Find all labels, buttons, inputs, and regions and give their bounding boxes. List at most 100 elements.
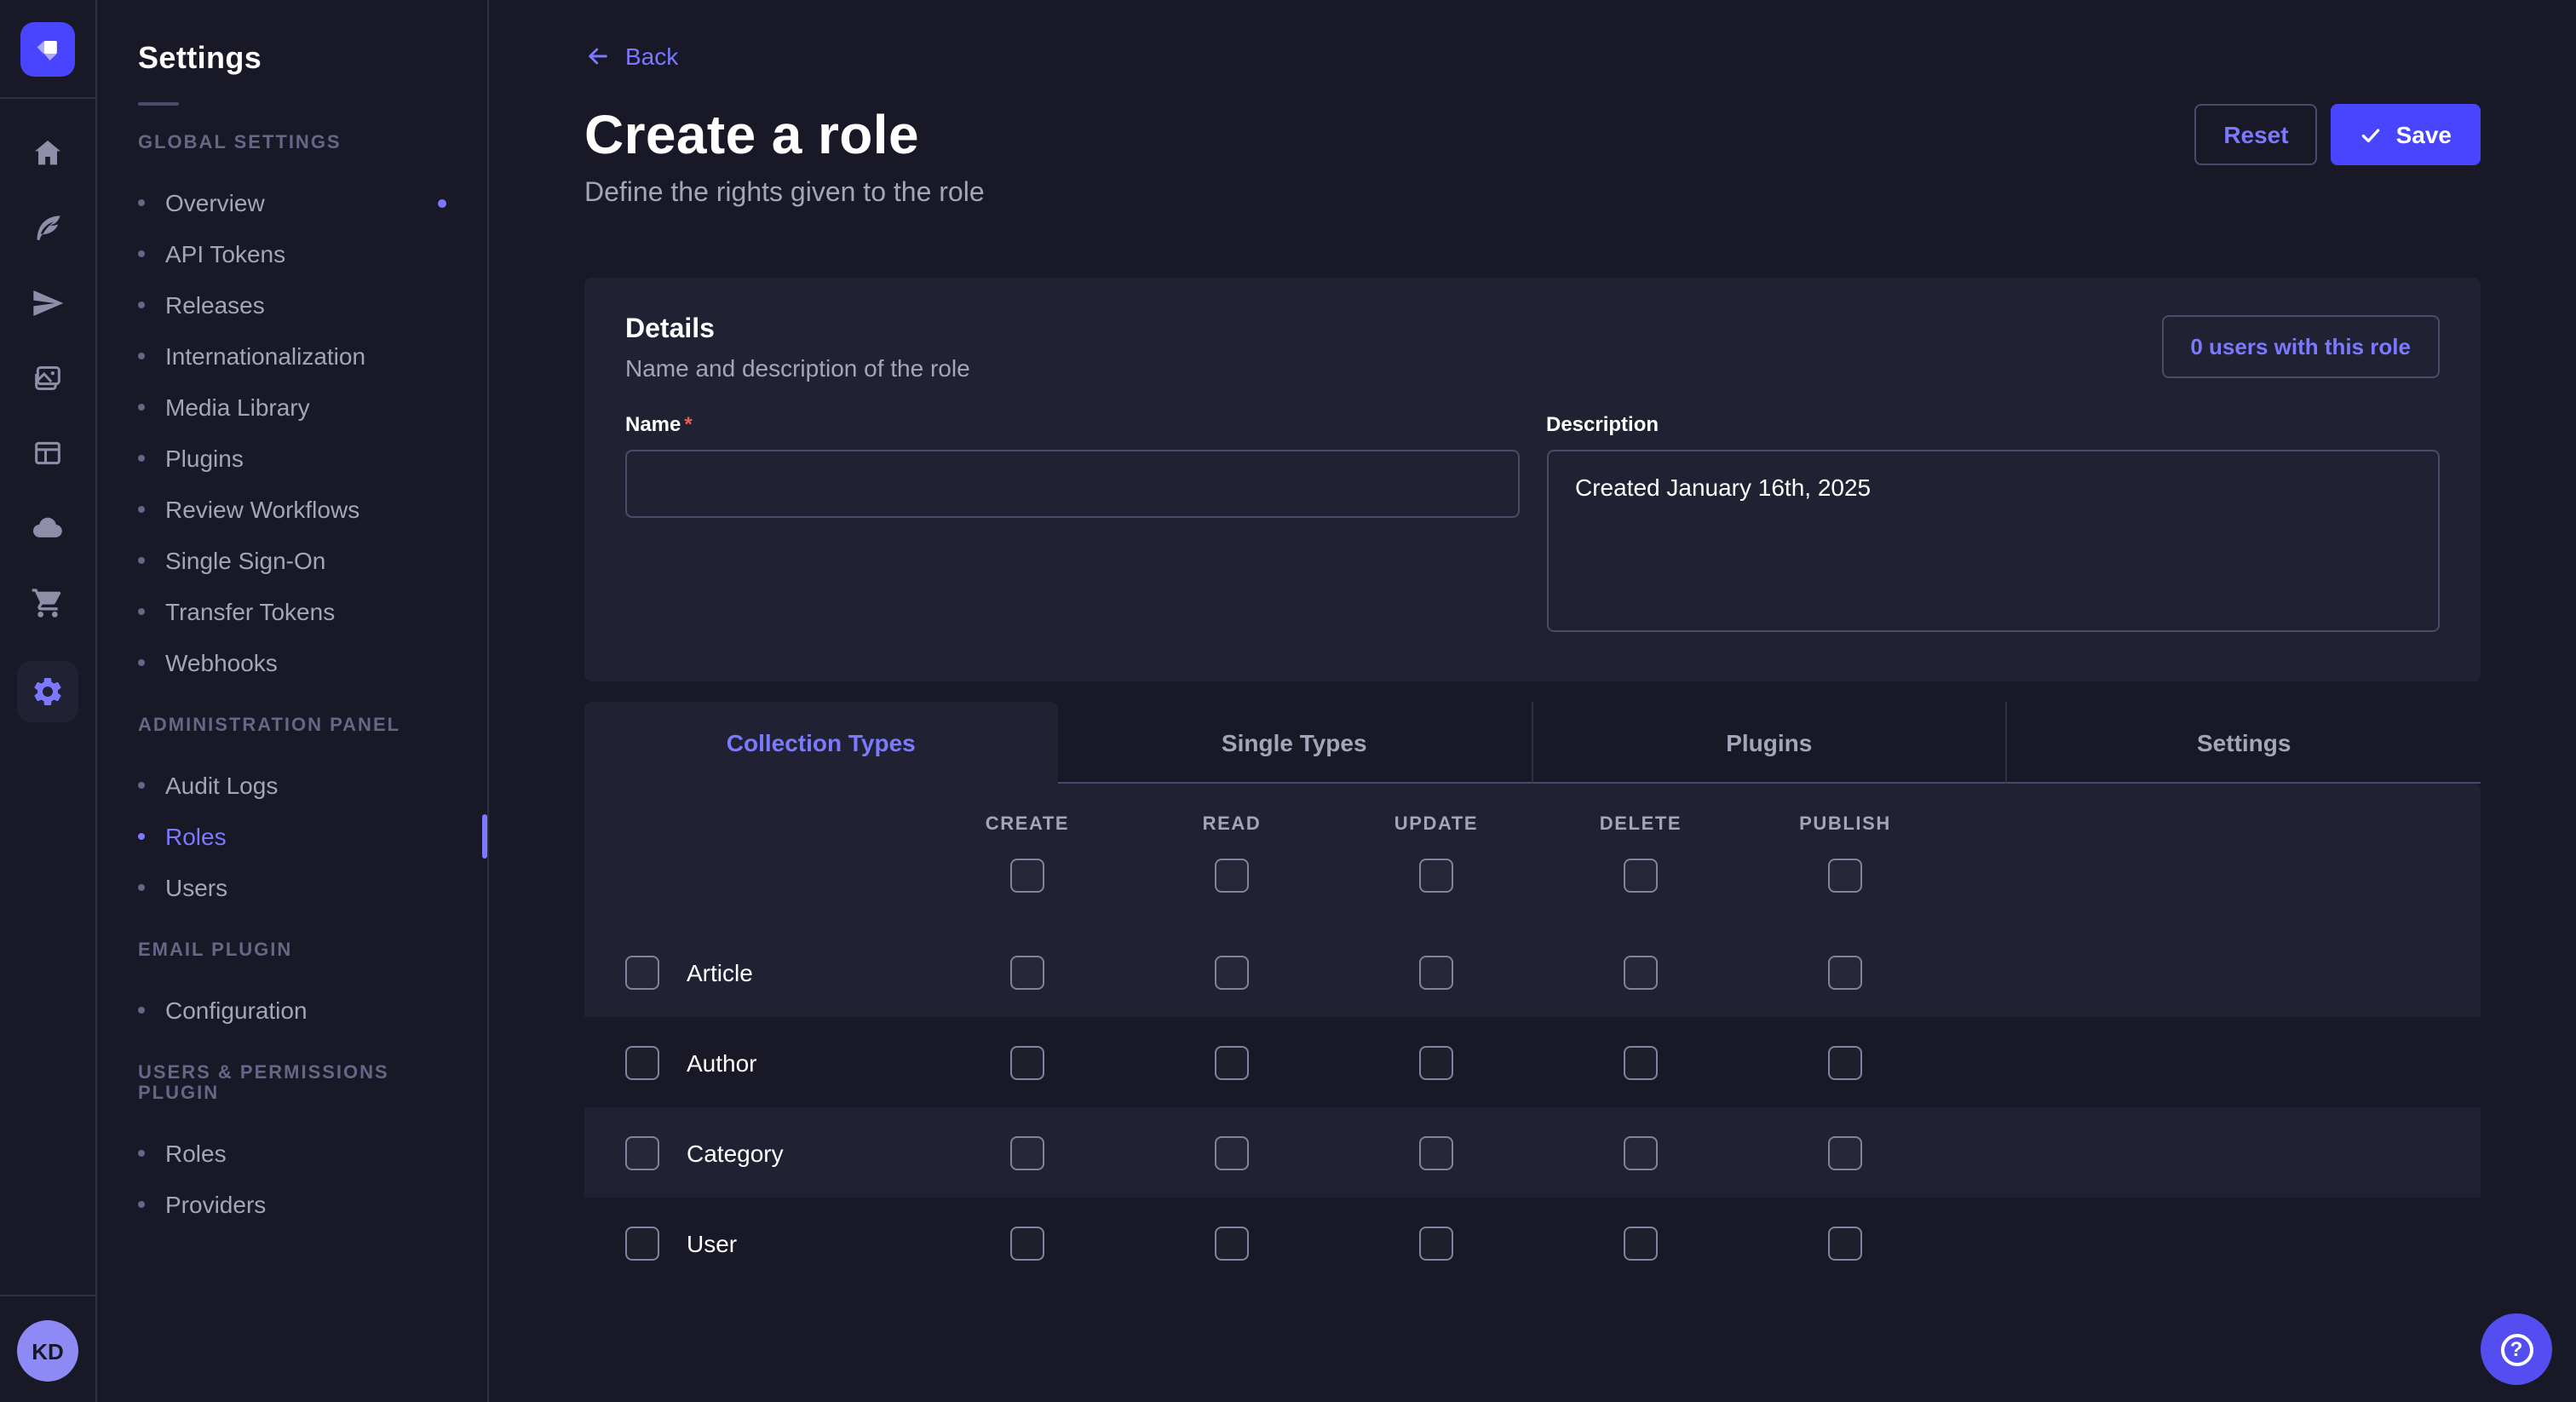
sidebar-item[interactable]: Users	[97, 862, 487, 913]
content-type-builder-icon[interactable]	[31, 436, 65, 470]
select-row-checkbox[interactable]	[625, 955, 659, 989]
select-all-column-checkbox[interactable]	[1828, 859, 1862, 893]
permissions-tab[interactable]: Plugins	[1531, 702, 2006, 784]
page-title: Create a role	[584, 101, 985, 169]
bullet-icon	[138, 1007, 145, 1014]
publish-permission-checkbox[interactable]	[1828, 1135, 1862, 1169]
sidebar-item-label: Overview	[165, 189, 265, 216]
check-icon	[2360, 124, 2383, 146]
publish-permission-checkbox[interactable]	[1828, 1226, 1862, 1260]
users-with-role-button[interactable]: 0 users with this role	[2161, 315, 2440, 378]
permissions-tabs: Collection Types Single Types Plugins Se…	[584, 702, 2481, 784]
sidebar-item-label: Transfer Tokens	[165, 598, 335, 625]
sidebar-item-label: Webhooks	[165, 649, 278, 676]
create-permission-checkbox[interactable]	[1010, 1045, 1044, 1079]
main-content: Back Create a role Define the rights giv…	[489, 0, 2576, 1402]
sidebar-item[interactable]: Overview	[97, 177, 487, 228]
select-row-checkbox[interactable]	[625, 1226, 659, 1260]
sidebar-title-rule	[138, 102, 179, 106]
sidebar-item-label: Internationalization	[165, 342, 365, 370]
sidebar-item[interactable]: Transfer Tokens	[97, 586, 487, 637]
select-all-column-checkbox[interactable]	[1010, 859, 1044, 893]
sidebar-item[interactable]: Providers	[97, 1179, 487, 1230]
help-button[interactable]: ?	[2481, 1313, 2552, 1385]
delete-permission-checkbox[interactable]	[1624, 1135, 1658, 1169]
notification-dot-icon	[438, 198, 446, 207]
bullet-icon	[138, 455, 145, 462]
publish-permission-checkbox[interactable]	[1828, 1045, 1862, 1079]
read-permission-checkbox[interactable]	[1215, 1135, 1249, 1169]
sidebar-item[interactable]: Roles	[97, 1128, 487, 1179]
read-permission-checkbox[interactable]	[1215, 1226, 1249, 1260]
create-permission-checkbox[interactable]	[1010, 955, 1044, 989]
select-row-checkbox[interactable]	[625, 1135, 659, 1169]
name-label: Name	[625, 412, 681, 436]
marketplace-cart-icon[interactable]	[31, 586, 65, 620]
sidebar-item-label: Single Sign-On	[165, 547, 325, 574]
settings-gear-icon[interactable]	[17, 661, 78, 722]
read-permission-checkbox[interactable]	[1215, 1045, 1249, 1079]
update-permission-checkbox[interactable]	[1419, 955, 1453, 989]
sidebar-item-label: Review Workflows	[165, 496, 359, 523]
back-link[interactable]: Back	[584, 43, 678, 70]
delete-permission-checkbox[interactable]	[1624, 1226, 1658, 1260]
sidebar-item[interactable]: Audit Logs	[97, 760, 487, 811]
save-button[interactable]: Save	[2332, 104, 2481, 165]
permissions-tab[interactable]: Collection Types	[584, 702, 1058, 784]
content-type-row: Article	[584, 927, 2481, 1017]
sidebar-item[interactable]: Media Library	[97, 382, 487, 433]
sidebar-item[interactable]: Roles	[97, 811, 487, 862]
details-card-title: Details	[625, 315, 970, 346]
update-permission-checkbox[interactable]	[1419, 1135, 1453, 1169]
select-all-column-checkbox[interactable]	[1419, 859, 1453, 893]
select-row-checkbox[interactable]	[625, 1045, 659, 1079]
send-icon[interactable]	[31, 286, 65, 320]
bullet-icon	[138, 353, 145, 359]
publish-permission-checkbox[interactable]	[1828, 955, 1862, 989]
delete-permission-checkbox[interactable]	[1624, 1045, 1658, 1079]
bullet-icon	[138, 833, 145, 840]
select-all-column-checkbox[interactable]	[1215, 859, 1249, 893]
role-name-input[interactable]	[625, 450, 1519, 518]
bullet-icon	[138, 199, 145, 206]
sidebar-item[interactable]: Plugins	[97, 433, 487, 484]
bullet-icon	[138, 557, 145, 564]
strapi-logo[interactable]	[20, 22, 75, 77]
read-permission-checkbox[interactable]	[1215, 955, 1249, 989]
tab-label: Single Types	[1222, 728, 1367, 756]
sidebar-item-label: Roles	[165, 1140, 227, 1167]
sidebar-item[interactable]: Webhooks	[97, 637, 487, 688]
cloud-icon[interactable]	[31, 511, 65, 545]
settings-sidebar: Settings GLOBAL SETTINGS Overview API To…	[97, 0, 489, 1402]
description-label: Description	[1546, 412, 1659, 436]
sidebar-item[interactable]: Releases	[97, 279, 487, 330]
nav-rail: KD	[0, 0, 97, 1402]
permissions-section: Collection Types Single Types Plugins Se…	[584, 702, 2481, 1288]
role-description-textarea[interactable]: Created January 16th, 2025	[1546, 450, 2440, 632]
content-type-row: Author	[584, 1017, 2481, 1107]
create-permission-checkbox[interactable]	[1010, 1135, 1044, 1169]
create-permission-checkbox[interactable]	[1010, 1226, 1044, 1260]
permissions-tab[interactable]: Single Types	[1058, 702, 1532, 784]
user-avatar[interactable]: KD	[17, 1320, 78, 1382]
content-manager-feather-icon[interactable]	[31, 211, 65, 245]
sidebar-section-email-plugin: EMAIL PLUGIN Configuration	[97, 940, 487, 1036]
details-card-subtitle: Name and description of the role	[625, 354, 970, 382]
update-permission-checkbox[interactable]	[1419, 1226, 1453, 1260]
permissions-tab[interactable]: Settings	[2006, 702, 2481, 784]
update-permission-checkbox[interactable]	[1419, 1045, 1453, 1079]
sidebar-item[interactable]: API Tokens	[97, 228, 487, 279]
home-icon[interactable]	[31, 136, 65, 170]
sidebar-item[interactable]: Review Workflows	[97, 484, 487, 535]
sidebar-item[interactable]: Internationalization	[97, 330, 487, 382]
content-type-label: Author	[687, 1049, 757, 1076]
delete-permission-checkbox[interactable]	[1624, 955, 1658, 989]
select-all-column-checkbox[interactable]	[1624, 859, 1658, 893]
reset-button[interactable]: Reset	[2194, 104, 2317, 165]
sidebar-item[interactable]: Configuration	[97, 985, 487, 1036]
sidebar-item[interactable]: Single Sign-On	[97, 535, 487, 586]
bullet-icon	[138, 506, 145, 513]
bullet-icon	[138, 302, 145, 308]
media-library-icon[interactable]	[31, 361, 65, 395]
permissions-panel: Create Read Update Delete Publish	[584, 784, 2481, 1288]
